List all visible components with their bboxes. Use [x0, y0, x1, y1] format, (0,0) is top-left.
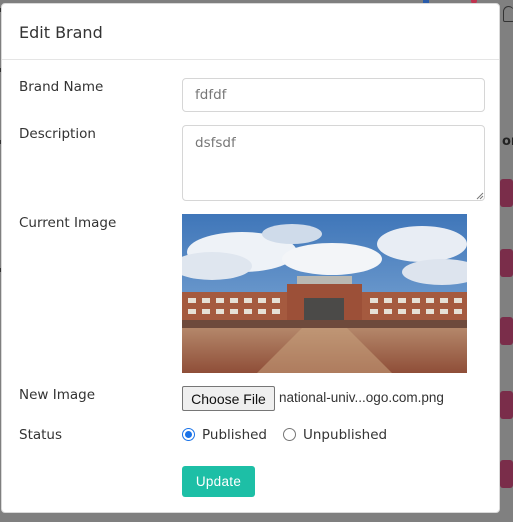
- status-unpublished-radio[interactable]: [283, 428, 296, 441]
- status-published-radio[interactable]: [182, 428, 195, 441]
- resize-handle-icon[interactable]: [476, 192, 484, 200]
- current-brand-image: [182, 214, 467, 373]
- bell-icon: [503, 6, 513, 22]
- edit-brand-modal: Edit Brand Brand Name Description dsfsdf…: [1, 3, 500, 513]
- update-button[interactable]: Update: [182, 466, 255, 497]
- choose-file-button[interactable]: Choose File: [182, 386, 275, 411]
- background-action-button: [500, 179, 513, 207]
- status-unpublished-label: Unpublished: [303, 427, 388, 443]
- selected-file-name: national-univ...ogo.com.png: [279, 390, 444, 405]
- background-action-button: [500, 317, 513, 345]
- background-action-button: [500, 391, 513, 419]
- new-image-label: New Image: [19, 387, 96, 403]
- background-action-button: [500, 249, 513, 277]
- modal-title: Edit Brand: [19, 23, 103, 42]
- status-label: Status: [19, 427, 63, 443]
- brand-name-label: Brand Name: [19, 79, 104, 95]
- background-column-header: on: [502, 134, 513, 149]
- description-textarea[interactable]: dsfsdf: [182, 125, 485, 201]
- background-action-button: [500, 460, 513, 488]
- status-published-label: Published: [202, 427, 267, 443]
- modal-header: Edit Brand: [2, 4, 499, 60]
- current-image-label: Current Image: [19, 215, 117, 231]
- brand-name-input[interactable]: [182, 78, 485, 112]
- description-label: Description: [19, 126, 96, 142]
